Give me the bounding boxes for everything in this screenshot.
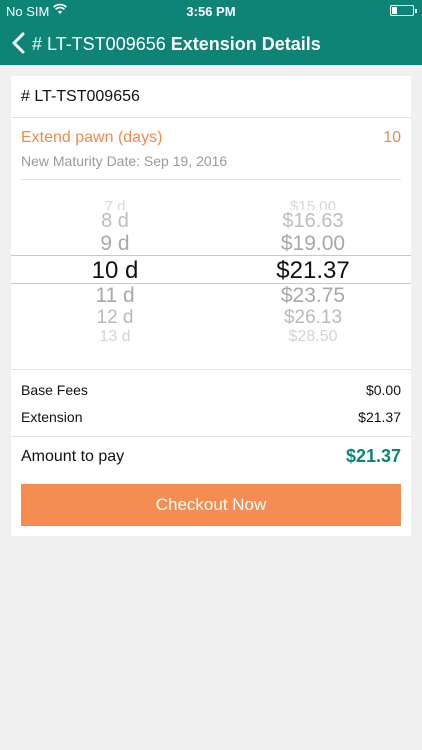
picker-price: $21.37 bbox=[276, 257, 350, 284]
divider bbox=[11, 369, 411, 370]
picker-row[interactable]: 7 d $15.00 bbox=[11, 198, 411, 210]
divider bbox=[11, 117, 411, 118]
divider bbox=[21, 179, 401, 180]
extend-days-label: Extend pawn (days) bbox=[21, 129, 163, 146]
picker-days: 7 d bbox=[104, 198, 126, 210]
picker-days: 11 d bbox=[95, 284, 135, 307]
picker-days: 9 d bbox=[100, 232, 130, 255]
maturity-date: New Maturity Date: Sep 19, 2016 bbox=[21, 153, 228, 169]
nav-title-text: Extension Details bbox=[170, 34, 321, 54]
loan-id: # LT-TST009656 bbox=[21, 88, 140, 105]
picker-price: $19.00 bbox=[280, 232, 346, 255]
divider bbox=[11, 436, 411, 437]
extension-card: # LT-TST009656 Extend pawn (days) 10 New… bbox=[11, 76, 411, 536]
chevron-left-icon[interactable] bbox=[8, 30, 32, 56]
picker-price: $26.13 bbox=[283, 307, 343, 328]
battery-icon bbox=[390, 5, 417, 16]
extension-fee-label: Extension bbox=[21, 409, 83, 425]
base-fees-value: $0.00 bbox=[365, 382, 401, 398]
picker-price: $23.75 bbox=[280, 284, 346, 307]
nav-title-id: # LT-TST009656 bbox=[32, 34, 166, 54]
extension-fee-value: $21.37 bbox=[358, 409, 401, 425]
page-title: # LT-TST009656 Extension Details bbox=[32, 34, 321, 55]
picker-price: $15.00 bbox=[290, 198, 336, 210]
picker-days: 12 d bbox=[96, 307, 134, 328]
picker-days: 10 d bbox=[91, 257, 139, 284]
picker-selection-line bbox=[11, 255, 411, 256]
picker-price: $28.50 bbox=[288, 328, 338, 342]
picker-days: 8 d bbox=[101, 210, 129, 232]
picker-price: $16.63 bbox=[282, 210, 344, 232]
nav-bar: # LT-TST009656 Extension Details bbox=[0, 22, 422, 65]
days-price-picker[interactable]: 7 d $15.00 8 d $16.63 9 d $19.00 10 d $2… bbox=[11, 196, 411, 346]
amount-to-pay-value: $21.37 bbox=[345, 446, 401, 466]
base-fees-label: Base Fees bbox=[21, 382, 88, 398]
picker-days: 13 d bbox=[99, 328, 131, 342]
app-header: No SIM 3:56 PM # LT-TST009656 Extension … bbox=[0, 0, 422, 65]
amount-to-pay-label: Amount to pay bbox=[21, 448, 125, 465]
status-time: 3:56 PM bbox=[186, 4, 236, 19]
status-bar: No SIM 3:56 PM bbox=[0, 0, 422, 22]
checkout-button[interactable]: Checkout Now bbox=[21, 484, 401, 526]
picker-row[interactable]: 13 d $28.50 bbox=[11, 328, 411, 342]
extend-days-value: 10 bbox=[383, 129, 401, 146]
